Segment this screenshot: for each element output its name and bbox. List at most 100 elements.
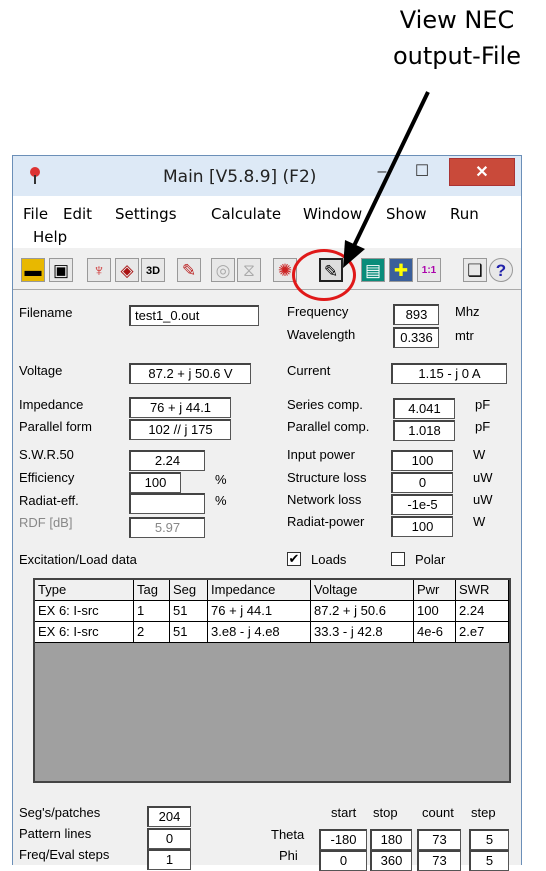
edit-geometry-icon[interactable]: ✎	[177, 258, 201, 282]
close-button[interactable]: ✕	[449, 158, 515, 186]
parallel-comp-unit: pF	[475, 419, 491, 434]
view-output-icon[interactable]: ✎	[319, 258, 343, 282]
wavelength-label: Wavelength	[287, 327, 356, 342]
phi-step-field[interactable]: 5	[469, 850, 509, 871]
3d-icon[interactable]: 3D	[141, 258, 165, 282]
excitation-table[interactable]: Type Tag Seg Impedance Voltage Pwr SWR E…	[33, 578, 511, 783]
annotation-line-1: View NEC	[399, 6, 515, 34]
current-field[interactable]: 1.15 - j 0 A	[391, 363, 507, 384]
input-power-label: Input power	[287, 447, 355, 462]
menu-show[interactable]: Show	[386, 205, 426, 223]
efficiency-field[interactable]: 100	[129, 472, 181, 493]
wavelength-field[interactable]: 0.336	[393, 327, 439, 348]
impedance-label: Impedance	[19, 397, 84, 412]
column-header[interactable]: Seg	[170, 580, 208, 601]
segs-field[interactable]: 204	[147, 806, 191, 827]
pattern-icon[interactable]: ◎	[211, 258, 235, 282]
minimize-button[interactable]: –	[368, 158, 396, 186]
network-loss-unit: uW	[473, 492, 493, 507]
column-header[interactable]: Impedance	[208, 580, 311, 601]
frequency-field[interactable]: 893	[393, 304, 439, 325]
radiat-eff-field[interactable]	[129, 493, 205, 514]
column-header[interactable]: Tag	[134, 580, 170, 601]
phi-count-field[interactable]: 73	[417, 850, 461, 871]
frequency-label: Frequency	[287, 304, 349, 319]
radiat-power-field[interactable]: 100	[391, 516, 453, 537]
network-loss-label: Network loss	[287, 492, 362, 507]
table-cell: 1	[134, 601, 170, 622]
folder-icon[interactable]: ▬	[21, 258, 45, 282]
theta-stop-field[interactable]: 180	[370, 829, 412, 850]
menu-help[interactable]: Help	[33, 228, 67, 246]
phi-start-field[interactable]: 0	[319, 850, 367, 871]
freq-eval-label: Freq/Eval steps	[19, 847, 110, 862]
loads-label: Loads	[311, 552, 347, 567]
theta-step-field[interactable]: 5	[469, 829, 509, 850]
cube-icon[interactable]: ◈	[115, 258, 139, 282]
header-start: start	[331, 805, 357, 820]
structure-loss-field[interactable]: 0	[391, 472, 453, 493]
column-header[interactable]: Pwr	[414, 580, 456, 601]
book-icon[interactable]: ❑	[463, 258, 487, 282]
series-comp-field[interactable]: 4.041	[393, 398, 455, 419]
freq-eval-field[interactable]: 1	[147, 849, 191, 870]
theta-count-field[interactable]: 73	[417, 829, 461, 850]
scale-icon[interactable]: 1:1	[417, 258, 441, 282]
loads-checkbox[interactable]: ✔	[287, 552, 301, 566]
calculator-icon[interactable]: ▤	[361, 258, 385, 282]
pattern-lines-label: Pattern lines	[19, 826, 92, 841]
header-stop: stop	[373, 805, 398, 820]
network-loss-field[interactable]: -1e-5	[391, 494, 453, 515]
smith-chart-icon[interactable]: ✚	[389, 258, 413, 282]
table-row[interactable]: EX 6: I-src 2 51 3.e8 - j 4.e8 33.3 - j …	[35, 622, 509, 643]
theta-start-field[interactable]: -180	[319, 829, 367, 850]
phi-stop-field[interactable]: 360	[370, 850, 412, 871]
annotation-line-2: output-File	[393, 42, 521, 70]
rdf-field: 5.97	[129, 517, 205, 538]
table-cell: 4e-6	[414, 622, 456, 643]
table-cell: 100	[414, 601, 456, 622]
radiat-power-unit: W	[473, 514, 486, 529]
menu-window[interactable]: Window	[303, 205, 362, 223]
maximize-button[interactable]: ☐	[408, 158, 436, 186]
help-icon[interactable]: ?	[489, 258, 513, 282]
swr-field[interactable]: 2.24	[129, 450, 205, 471]
table-cell: 2.24	[456, 601, 509, 622]
far-field-icon[interactable]: ✺	[273, 258, 297, 282]
table-header: Type Tag Seg Impedance Voltage Pwr SWR	[35, 580, 509, 601]
column-header[interactable]: SWR	[456, 580, 509, 601]
slice-icon[interactable]: ⧖	[237, 258, 261, 282]
rdf-label: RDF [dB]	[19, 515, 73, 530]
column-header[interactable]: Voltage	[311, 580, 414, 601]
menu-calculate[interactable]: Calculate	[211, 205, 281, 223]
parallel-form-field[interactable]: 102 // j 175	[129, 419, 231, 440]
app-antenna-icon	[30, 167, 40, 184]
polar-checkbox[interactable]	[391, 552, 405, 566]
toolbar: ▬ ▣ ♆ ◈ 3D ✎ ◎ ⧖ ✺ ✎ ▤ ✚ 1:1 ❑ ?	[13, 250, 521, 290]
menu-edit[interactable]: Edit	[63, 205, 92, 223]
table-cell: EX 6: I-src	[35, 622, 134, 643]
annotation-label: View NEC output-File	[372, 2, 542, 74]
efficiency-unit: %	[215, 472, 227, 487]
series-comp-unit: pF	[475, 397, 491, 412]
table-row[interactable]: EX 6: I-src 1 51 76 + j 44.1 87.2 + j 50…	[35, 601, 509, 622]
menu-file[interactable]: File	[23, 205, 48, 223]
menu-settings[interactable]: Settings	[115, 205, 177, 223]
menu-run[interactable]: Run	[450, 205, 479, 223]
column-header[interactable]: Type	[35, 580, 134, 601]
filename-field[interactable]: test1_0.out	[129, 305, 259, 326]
structure-loss-unit: uW	[473, 470, 493, 485]
save-icon[interactable]: ▣	[49, 258, 73, 282]
voltage-field[interactable]: 87.2 + j 50.6 V	[129, 363, 251, 384]
antenna-icon[interactable]: ♆	[87, 258, 111, 282]
radiat-eff-unit: %	[215, 493, 227, 508]
parallel-comp-field[interactable]: 1.018	[393, 420, 455, 441]
impedance-field[interactable]: 76 + j 44.1	[129, 397, 231, 418]
input-power-field[interactable]: 100	[391, 450, 453, 471]
pattern-lines-field[interactable]: 0	[147, 828, 191, 849]
polar-label: Polar	[415, 552, 446, 567]
header-step: step	[471, 805, 496, 820]
title-bar[interactable]: Main [V5.8.9] (F2) – ☐ ✕	[13, 156, 521, 196]
series-comp-label: Series comp.	[287, 397, 363, 412]
table-cell: 51	[170, 601, 208, 622]
